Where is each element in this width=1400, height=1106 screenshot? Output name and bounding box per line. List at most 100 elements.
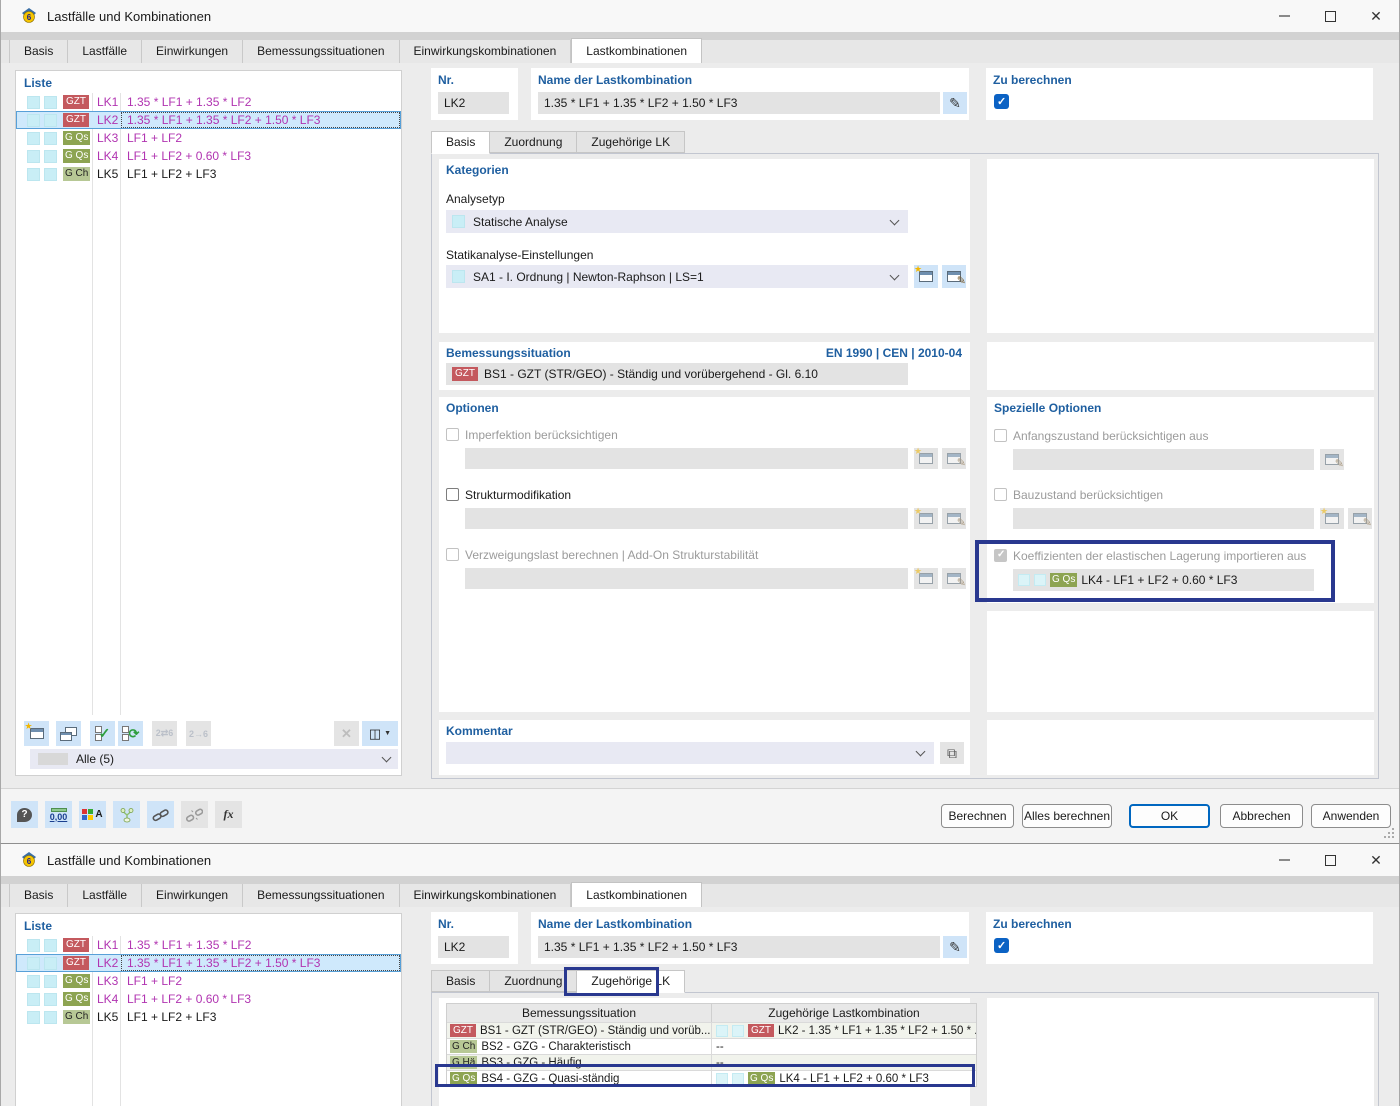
renumber-icon[interactable]: 2⇄6: [152, 721, 177, 746]
renumber-partial-icon[interactable]: 2→6: [186, 721, 211, 746]
bemessung-field[interactable]: GZT BS1 - GZT (STR/GEO) - Ständig und vo…: [446, 363, 908, 385]
resize-grip[interactable]: [1392, 836, 1394, 838]
unlink-icon[interactable]: [181, 801, 208, 828]
tab-einwirkungskombinationen[interactable]: Einwirkungskombinationen: [400, 884, 572, 907]
check-square[interactable]: [44, 95, 57, 109]
check-square[interactable]: [44, 131, 57, 145]
model-tree-icon[interactable]: [113, 801, 140, 828]
table-row[interactable]: GZT BS1 - GZT (STR/GEO) - Ständig und vor…: [447, 1022, 976, 1038]
new-bauzustand-icon[interactable]: [1320, 506, 1344, 529]
edit-name-icon[interactable]: ✎: [943, 936, 967, 958]
check-square[interactable]: [44, 113, 57, 127]
display-settings-icon[interactable]: A: [79, 801, 106, 828]
imperfektion-checkbox[interactable]: [446, 428, 459, 441]
koeffizienten-checkbox[interactable]: [994, 549, 1007, 562]
koeffizienten-field[interactable]: G Qs LK4 - LF1 + LF2 + 0.60 * LF3: [1013, 569, 1314, 591]
close-icon[interactable]: ✕: [1353, 844, 1399, 876]
minimize-icon[interactable]: [1261, 0, 1307, 32]
minimize-icon[interactable]: [1261, 844, 1307, 876]
nr-field[interactable]: LK2: [438, 92, 509, 114]
edit-verzweigung-icon[interactable]: [942, 568, 966, 589]
check-square[interactable]: [27, 95, 40, 109]
anfangszustand-checkbox[interactable]: [994, 429, 1007, 442]
bauzustand-checkbox[interactable]: [994, 488, 1007, 501]
statik-dropdown[interactable]: SA1 - I. Ordnung | Newton-Raphson | LS=1: [446, 265, 908, 288]
table-row-highlighted[interactable]: G Qs BS4 - GZG - Quasi-ständig G Qs LK4 - …: [447, 1070, 976, 1086]
new-struktur-icon[interactable]: [914, 506, 938, 529]
check-square[interactable]: [27, 992, 40, 1006]
maximize-icon[interactable]: [1307, 844, 1353, 876]
toggle-selection-icon[interactable]: ⟳: [118, 721, 143, 746]
copy-icon[interactable]: [56, 721, 81, 746]
list-item-lk3[interactable]: G Qs LK3 LF1 + LF2: [16, 129, 401, 147]
tab-einwirkungen[interactable]: Einwirkungen: [142, 884, 244, 907]
compute-checkbox[interactable]: [994, 94, 1009, 109]
table-row[interactable]: G Hä BS3 - GZG - Häufig --: [447, 1054, 976, 1070]
edit-struktur-icon[interactable]: [942, 508, 966, 529]
tab-lastkombinationen[interactable]: Lastkombinationen: [571, 882, 702, 907]
name-field[interactable]: 1.35 * LF1 + 1.35 * LF2 + 1.50 * LF3: [538, 92, 940, 114]
help-icon[interactable]: ?: [11, 801, 38, 828]
copy-comment-icon[interactable]: ⧉: [940, 742, 964, 764]
list-item-lk4[interactable]: G Qs LK4 LF1 + LF2 + 0.60 * LF3: [16, 990, 401, 1008]
view-mode-icon[interactable]: ◫ ▼: [362, 721, 398, 746]
new-statik-icon[interactable]: [914, 264, 938, 288]
tab-lastfaelle[interactable]: Lastfälle: [68, 40, 143, 63]
check-square[interactable]: [27, 149, 40, 163]
check-square[interactable]: [44, 956, 57, 970]
list-item-lk3[interactable]: G Qs LK3 LF1 + LF2: [16, 972, 401, 990]
check-square[interactable]: [44, 149, 57, 163]
tab-bemessungssituationen[interactable]: Bemessungssituationen: [243, 884, 400, 907]
ok-button[interactable]: OK: [1129, 804, 1210, 828]
check-square[interactable]: [27, 938, 40, 952]
name-field[interactable]: 1.35 * LF1 + 1.35 * LF2 + 1.50 * LF3: [538, 936, 940, 958]
verzweigung-checkbox[interactable]: [446, 548, 459, 561]
check-square[interactable]: [44, 1010, 57, 1024]
list-item-lk4[interactable]: G Qs LK4 LF1 + LF2 + 0.60 * LF3: [16, 147, 401, 165]
edit-bauzustand-icon[interactable]: [1348, 508, 1372, 529]
new-imperfektion-icon[interactable]: [914, 446, 938, 469]
add-icon[interactable]: [24, 721, 49, 746]
list-item-lk1[interactable]: GZT LK1 1.35 * LF1 + 1.35 * LF2: [16, 93, 401, 111]
table-row[interactable]: G Ch BS2 - GZG - Charakteristisch --: [447, 1038, 976, 1054]
check-square[interactable]: [27, 956, 40, 970]
tab-lastfaelle[interactable]: Lastfälle: [68, 884, 143, 907]
units-icon[interactable]: 0,00: [45, 801, 72, 828]
check-square[interactable]: [44, 992, 57, 1006]
check-square[interactable]: [27, 113, 40, 127]
tab-bemessungssituationen[interactable]: Bemessungssituationen: [243, 40, 400, 63]
tab-detail-zuordnung[interactable]: Zuordnung: [490, 131, 578, 153]
new-verzweigung-icon[interactable]: [914, 566, 938, 589]
berechnen-button[interactable]: Berechnen: [941, 804, 1014, 828]
list-item-lk5[interactable]: G Ch LK5 LF1 + LF2 + LF3: [16, 165, 401, 183]
edit-anfangszustand-icon[interactable]: [1320, 449, 1344, 470]
tab-lastkombinationen[interactable]: Lastkombinationen: [571, 38, 702, 63]
anwenden-button[interactable]: Anwenden: [1311, 804, 1391, 828]
close-icon[interactable]: ✕: [1353, 0, 1399, 32]
tab-einwirkungskombinationen[interactable]: Einwirkungskombinationen: [400, 40, 572, 63]
list-item-lk2-selected[interactable]: GZT LK2 1.35 * LF1 + 1.35 * LF2 + 1.50 *…: [16, 954, 401, 972]
formula-icon[interactable]: fx: [215, 801, 242, 828]
maximize-icon[interactable]: [1307, 0, 1353, 32]
abbrechen-button[interactable]: Abbrechen: [1220, 804, 1303, 828]
tab-detail-zuordnung[interactable]: Zuordnung: [490, 970, 578, 992]
list-item-lk2-selected[interactable]: GZT LK2 1.35 * LF1 + 1.35 * LF2 + 1.50 *…: [16, 111, 401, 129]
nr-field[interactable]: LK2: [438, 936, 509, 958]
edit-name-icon[interactable]: ✎: [943, 92, 967, 114]
list-filter-dropdown[interactable]: Alle (5): [30, 749, 398, 769]
link-icon[interactable]: [147, 801, 174, 828]
compute-checkbox[interactable]: [994, 938, 1009, 953]
check-square[interactable]: [27, 131, 40, 145]
list-item-lk5[interactable]: G Ch LK5 LF1 + LF2 + LF3: [16, 1008, 401, 1026]
check-square[interactable]: [27, 167, 40, 181]
analysetyp-dropdown[interactable]: Statische Analyse: [446, 210, 908, 233]
alles-berechnen-button[interactable]: Alles berechnen: [1022, 804, 1112, 828]
check-square[interactable]: [27, 1010, 40, 1024]
check-square[interactable]: [44, 938, 57, 952]
tab-detail-zugehoerige-lk[interactable]: Zugehörige LK: [577, 131, 686, 153]
tab-basis[interactable]: Basis: [9, 884, 69, 907]
delete-icon[interactable]: ✕: [334, 721, 359, 746]
edit-statik-icon[interactable]: [942, 265, 966, 288]
check-square[interactable]: [44, 974, 57, 988]
kommentar-dropdown[interactable]: [446, 742, 934, 764]
